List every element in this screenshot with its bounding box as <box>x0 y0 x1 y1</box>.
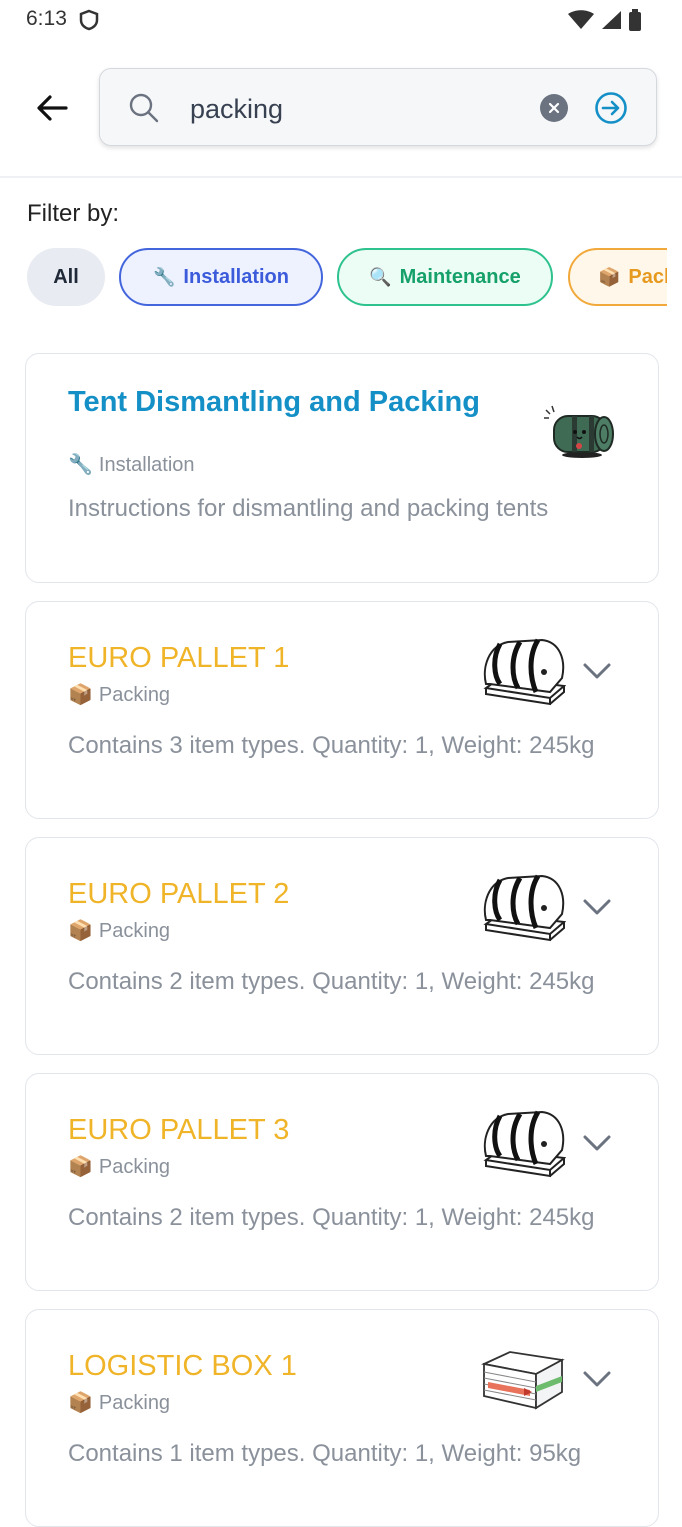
chevron-down-icon <box>583 663 611 679</box>
package-icon: 📦 <box>598 266 621 287</box>
expand-button[interactable] <box>582 1134 612 1157</box>
result-category: 🔧 Installation <box>68 452 195 477</box>
filter-chips: All 🔧 Installation 🔍 Maintenance 📦 Packi… <box>27 248 667 308</box>
euro-pallet-icon <box>480 870 567 949</box>
chevron-down-icon <box>583 1371 611 1387</box>
result-category: 📦 Packing <box>68 682 170 707</box>
search-input[interactable] <box>188 87 522 131</box>
result-category: 📦 Packing <box>68 1154 170 1179</box>
result-category: 📦 Packing <box>68 918 170 943</box>
filter-chip-label: Packing <box>628 265 667 288</box>
chevron-down-icon <box>583 1135 611 1151</box>
category-label: Packing <box>98 920 171 942</box>
package-icon: 📦 <box>68 1392 93 1414</box>
result-title: EURO PALLET 1 <box>68 642 290 674</box>
result-card[interactable]: EURO PALLET 3 📦 Packing Contains 2 item t… <box>25 1073 659 1291</box>
close-icon <box>548 102 560 114</box>
battery-icon <box>629 9 641 31</box>
wrench-icon: 🔧 <box>153 266 176 287</box>
result-category: 📦 Packing <box>68 1390 170 1415</box>
result-card[interactable]: EURO PALLET 2 📦 Packing Contains 2 item t… <box>25 837 659 1055</box>
result-card[interactable]: Tent Dismantling and Packing 🔧 Installati… <box>25 353 659 583</box>
result-title: EURO PALLET 3 <box>68 1114 290 1146</box>
result-description: Contains 3 item types. Quantity: 1, Weig… <box>68 732 595 759</box>
category-label: Packing <box>98 1392 171 1414</box>
submit-search-button[interactable] <box>594 91 628 130</box>
arrow-left-icon <box>37 95 68 121</box>
result-title: Tent Dismantling and Packing <box>68 386 480 418</box>
result-description: Instructions for dismantling and packing… <box>68 495 549 522</box>
expand-button[interactable] <box>582 662 612 685</box>
status-icons <box>568 9 642 31</box>
magnifier-icon: 🔍 <box>369 266 392 287</box>
filter-chip-all[interactable]: All <box>27 248 105 306</box>
euro-pallet-icon <box>480 1106 567 1185</box>
package-icon: 📦 <box>68 920 93 942</box>
euro-pallet-icon <box>480 634 567 713</box>
logistic-box-icon <box>480 1346 566 1417</box>
wifi-icon <box>568 10 594 29</box>
category-label: Packing <box>98 684 171 706</box>
expand-button[interactable] <box>582 1370 612 1393</box>
filter-chip-label: All <box>53 265 79 288</box>
rolled-tent-icon <box>542 404 616 465</box>
shield-icon <box>79 9 99 36</box>
wrench-icon: 🔧 <box>68 454 93 476</box>
clear-search-button[interactable] <box>540 94 568 122</box>
cellular-signal-icon <box>602 11 621 29</box>
filter-chip-packing[interactable]: 📦 Packing <box>568 248 667 306</box>
search-bar <box>99 68 657 146</box>
result-description: Contains 2 item types. Quantity: 1, Weig… <box>68 1204 595 1231</box>
package-icon: 📦 <box>68 684 93 706</box>
status-bar: 6:13 <box>0 0 682 40</box>
package-icon: 📦 <box>68 1156 93 1178</box>
chevron-down-icon <box>583 899 611 915</box>
filter-chip-maintenance[interactable]: 🔍 Maintenance <box>337 248 553 306</box>
filter-chip-installation[interactable]: 🔧 Installation <box>119 248 323 306</box>
result-card[interactable]: EURO PALLET 1 📦 Packing Contains 3 item t… <box>25 601 659 819</box>
result-card[interactable]: LOGISTIC BOX 1 📦 Packing Contains 1 item … <box>25 1309 659 1527</box>
back-button[interactable] <box>30 90 74 126</box>
result-description: Contains 1 item types. Quantity: 1, Weig… <box>68 1440 582 1467</box>
status-time: 6:13 <box>26 7 67 30</box>
result-title: LOGISTIC BOX 1 <box>68 1350 297 1382</box>
filter-label: Filter by: <box>27 200 120 227</box>
search-header <box>0 40 682 178</box>
arrow-right-circle-icon <box>595 92 627 124</box>
category-label: Packing <box>98 1156 171 1178</box>
expand-button[interactable] <box>582 898 612 921</box>
result-title: EURO PALLET 2 <box>68 878 290 910</box>
search-icon <box>128 92 160 129</box>
filter-chip-label: Maintenance <box>399 265 521 288</box>
filter-chip-label: Installation <box>183 265 289 288</box>
result-description: Contains 2 item types. Quantity: 1, Weig… <box>68 968 595 995</box>
category-label: Installation <box>98 454 195 476</box>
